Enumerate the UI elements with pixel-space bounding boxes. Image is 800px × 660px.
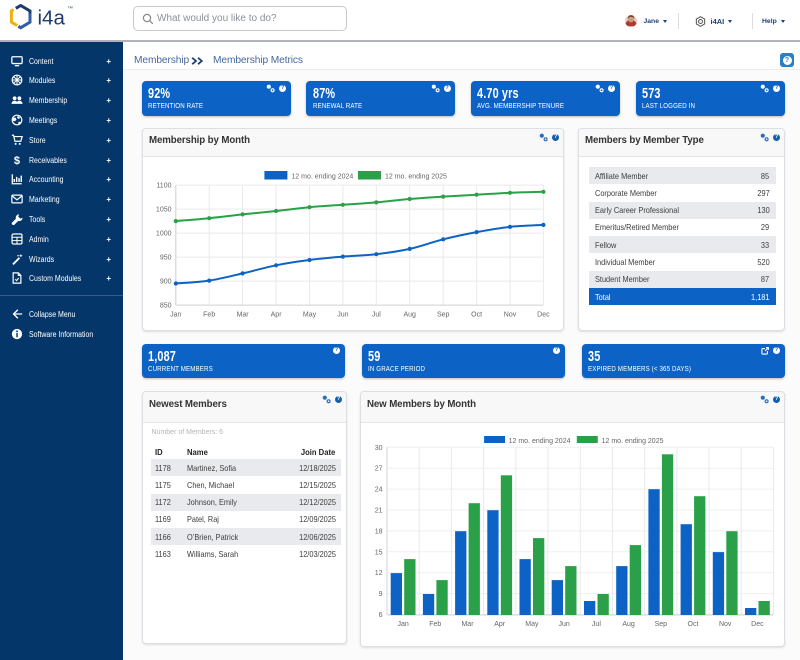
svg-text:12 mo. ending 2025: 12 mo. ending 2025 <box>385 173 447 180</box>
svg-text:Dec: Dec <box>537 311 550 318</box>
svg-text:Nov: Nov <box>718 621 731 628</box>
svg-text:12: 12 <box>374 570 382 577</box>
svg-text:May: May <box>302 311 316 318</box>
svg-text:12 mo. ending 2024: 12 mo. ending 2024 <box>291 173 353 180</box>
svg-text:Jul: Jul <box>371 311 380 318</box>
svg-text:30: 30 <box>374 444 382 451</box>
svg-text:9: 9 <box>378 591 382 598</box>
svg-text:21: 21 <box>374 507 382 514</box>
svg-text:12 mo. ending 2025: 12 mo. ending 2025 <box>601 438 663 445</box>
svg-text:Jun: Jun <box>337 311 348 318</box>
svg-text:18: 18 <box>374 528 382 535</box>
svg-text:Aug: Aug <box>622 621 635 628</box>
svg-text:Dec: Dec <box>751 621 764 628</box>
svg-text:Oct: Oct <box>471 311 482 318</box>
svg-text:Apr: Apr <box>494 621 506 628</box>
svg-text:Sep: Sep <box>436 311 449 318</box>
svg-text:Jul: Jul <box>591 621 600 628</box>
svg-text:6: 6 <box>378 612 382 619</box>
svg-text:™: ™ <box>68 6 74 12</box>
svg-text:Jan: Jan <box>397 621 408 628</box>
svg-text:Aug: Aug <box>403 311 416 318</box>
svg-text:Nov: Nov <box>503 311 516 318</box>
svg-text:Jan: Jan <box>170 311 181 318</box>
svg-text:Mar: Mar <box>461 621 474 628</box>
svg-text:i4a: i4a <box>38 7 66 30</box>
svg-text:May: May <box>525 621 539 628</box>
svg-text:900: 900 <box>159 278 171 285</box>
svg-text:24: 24 <box>374 486 382 493</box>
svg-text:Sep: Sep <box>654 621 667 628</box>
svg-text:Mar: Mar <box>236 311 249 318</box>
svg-text:$: $ <box>14 154 21 165</box>
svg-text:1050: 1050 <box>155 206 171 213</box>
svg-text:Feb: Feb <box>429 621 441 628</box>
svg-text:1100: 1100 <box>156 182 171 189</box>
svg-text:Oct: Oct <box>687 621 698 628</box>
svg-text:Apr: Apr <box>270 311 282 318</box>
svg-text:Feb: Feb <box>203 311 215 318</box>
svg-text:Jun: Jun <box>558 621 569 628</box>
svg-text:850: 850 <box>159 302 171 309</box>
svg-text:12 mo. ending 2024: 12 mo. ending 2024 <box>508 438 570 445</box>
svg-text:1000: 1000 <box>155 230 171 237</box>
svg-text:27: 27 <box>374 465 382 472</box>
svg-text:950: 950 <box>159 254 171 261</box>
svg-text:15: 15 <box>374 549 382 556</box>
